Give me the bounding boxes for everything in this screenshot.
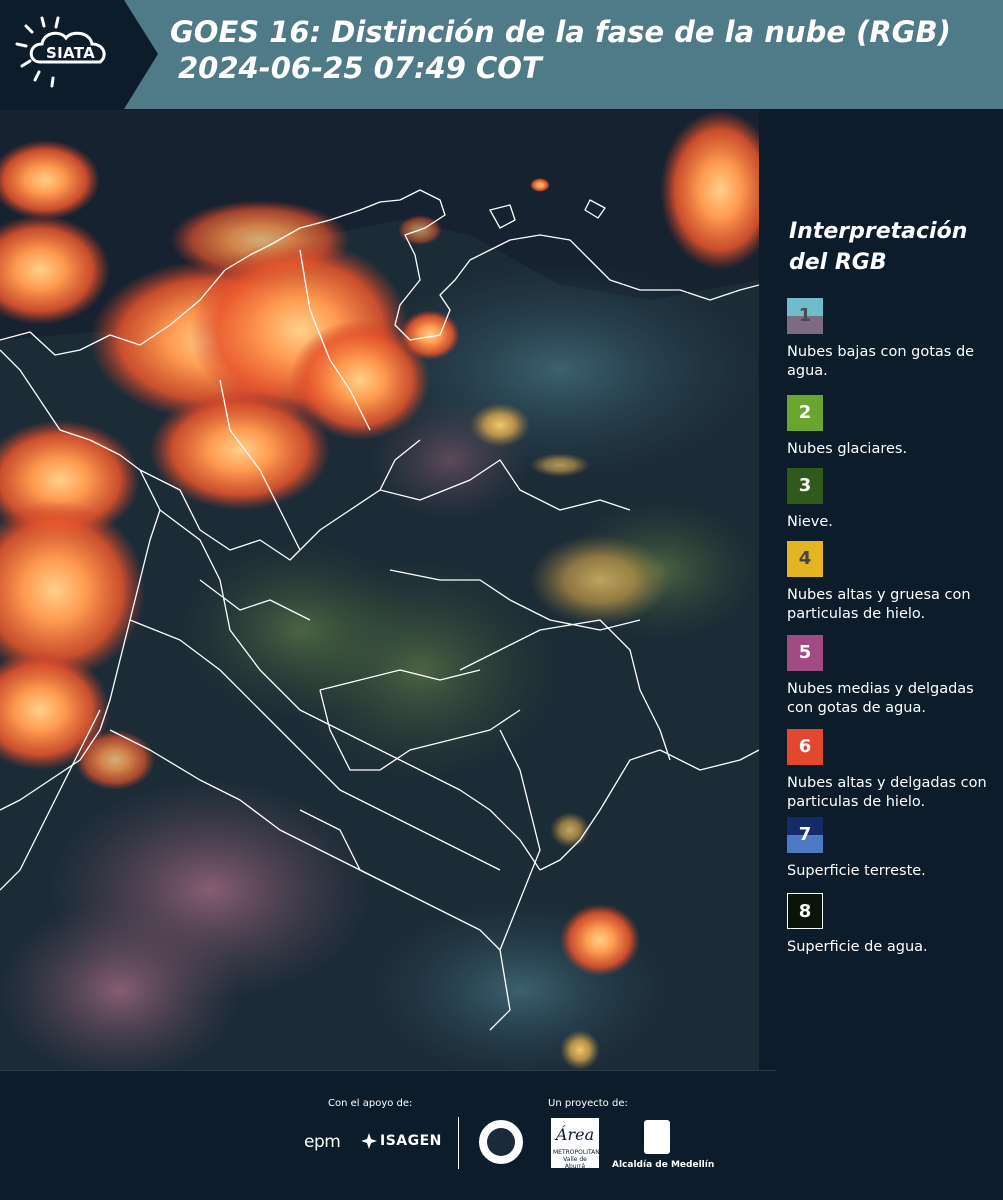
satellite-image: [0, 110, 759, 1070]
header-bar: SIATA GOES 16: Distinción de la fase de …: [0, 0, 1003, 109]
legend-number: 3: [798, 475, 812, 496]
seal-center: [487, 1128, 515, 1156]
legend-swatch: 5: [787, 635, 823, 671]
legend-item-5: 5 Nubes medias y delgadas con gotas de a…: [787, 635, 999, 718]
legend-swatch: 4: [787, 541, 823, 577]
legend-item-6: 6 Nubes altas y delgadas con particulas …: [787, 729, 999, 812]
legend-swatch: 2: [787, 395, 823, 431]
medellin-shield-icon[interactable]: [644, 1120, 670, 1154]
legend-item-7: 7 Superficie terreste.: [787, 817, 999, 881]
footer-sponsors: Con el apoyo de: Un proyecto de: epm ISA…: [0, 1070, 1003, 1200]
legend-swatch: 8: [787, 893, 823, 929]
title-product: GOES 16: Distinción de la fase de la nub…: [170, 15, 951, 49]
legend-label: Nubes glaciares.: [787, 441, 908, 457]
isagen-icon: [361, 1133, 377, 1149]
amva-mark-text: Área: [554, 1124, 594, 1144]
legend-number: 7: [798, 824, 812, 845]
support-label: Con el apoyo de:: [328, 1098, 413, 1109]
legend-item-2: 2 Nubes glaciares.: [787, 395, 999, 459]
medellin-logo-text: Alcaldía de Medellín: [612, 1160, 715, 1170]
legend-item-3: 3 Nieve.: [787, 468, 999, 532]
project-label: Un proyecto de:: [548, 1098, 628, 1109]
university-seal-icon[interactable]: [477, 1118, 525, 1166]
legend-number: 4: [798, 548, 812, 569]
legend-number: 8: [798, 901, 812, 922]
legend-swatch: 6: [787, 729, 823, 765]
area-metropolitana-logo[interactable]: Área METROPOLITANA Valle de Aburrá: [551, 1118, 604, 1170]
legend-label: Nubes altas y delgadas con particulas de…: [787, 775, 987, 810]
epm-logo[interactable]: epm: [304, 1132, 341, 1152]
legend-swatch: 7: [787, 817, 823, 853]
legend-label: Nieve.: [787, 514, 833, 530]
legend-number: 2: [798, 402, 812, 423]
siata-logo[interactable]: SIATA: [0, 0, 158, 109]
page-title: GOES 16: Distinción de la fase de la nub…: [170, 14, 990, 86]
title-timestamp: 2024-06-25 07:49 COT: [178, 51, 542, 85]
satellite-map[interactable]: [0, 110, 759, 1070]
legend-label: Superficie terreste.: [787, 863, 926, 879]
legend-item-1: 1 Nubes bajas con gotas de agua.: [787, 298, 999, 381]
legend-panel: Interpretación del RGB 1 Nubes bajas con…: [759, 110, 1003, 1070]
amva-text: METROPOLITANA Valle de Aburrá: [553, 1149, 604, 1170]
legend-label: Nubes medias y delgadas con gotas de agu…: [787, 681, 974, 716]
legend-item-4: 4 Nubes altas y gruesa con particulas de…: [787, 541, 999, 624]
legend-label: Nubes altas y gruesa con particulas de h…: [787, 587, 971, 622]
legend-swatch: 1: [787, 298, 823, 334]
legend-number: 6: [798, 736, 812, 757]
footer-divider-line: [0, 1070, 776, 1071]
legend-number: 5: [798, 642, 812, 663]
logo-text: SIATA: [46, 44, 96, 62]
legend-label: Superficie de agua.: [787, 939, 928, 955]
legend-item-8: 8 Superficie de agua.: [787, 893, 999, 957]
legend-label: Nubes bajas con gotas de agua.: [787, 344, 975, 379]
area-logo-mark-icon: Área: [554, 1124, 594, 1144]
footer-separator: [458, 1117, 459, 1169]
legend-swatch: 3: [787, 468, 823, 504]
legend-number: 1: [798, 305, 812, 326]
legend-title: Interpretación del RGB: [789, 219, 968, 275]
isagen-logo[interactable]: ISAGEN: [380, 1133, 442, 1149]
